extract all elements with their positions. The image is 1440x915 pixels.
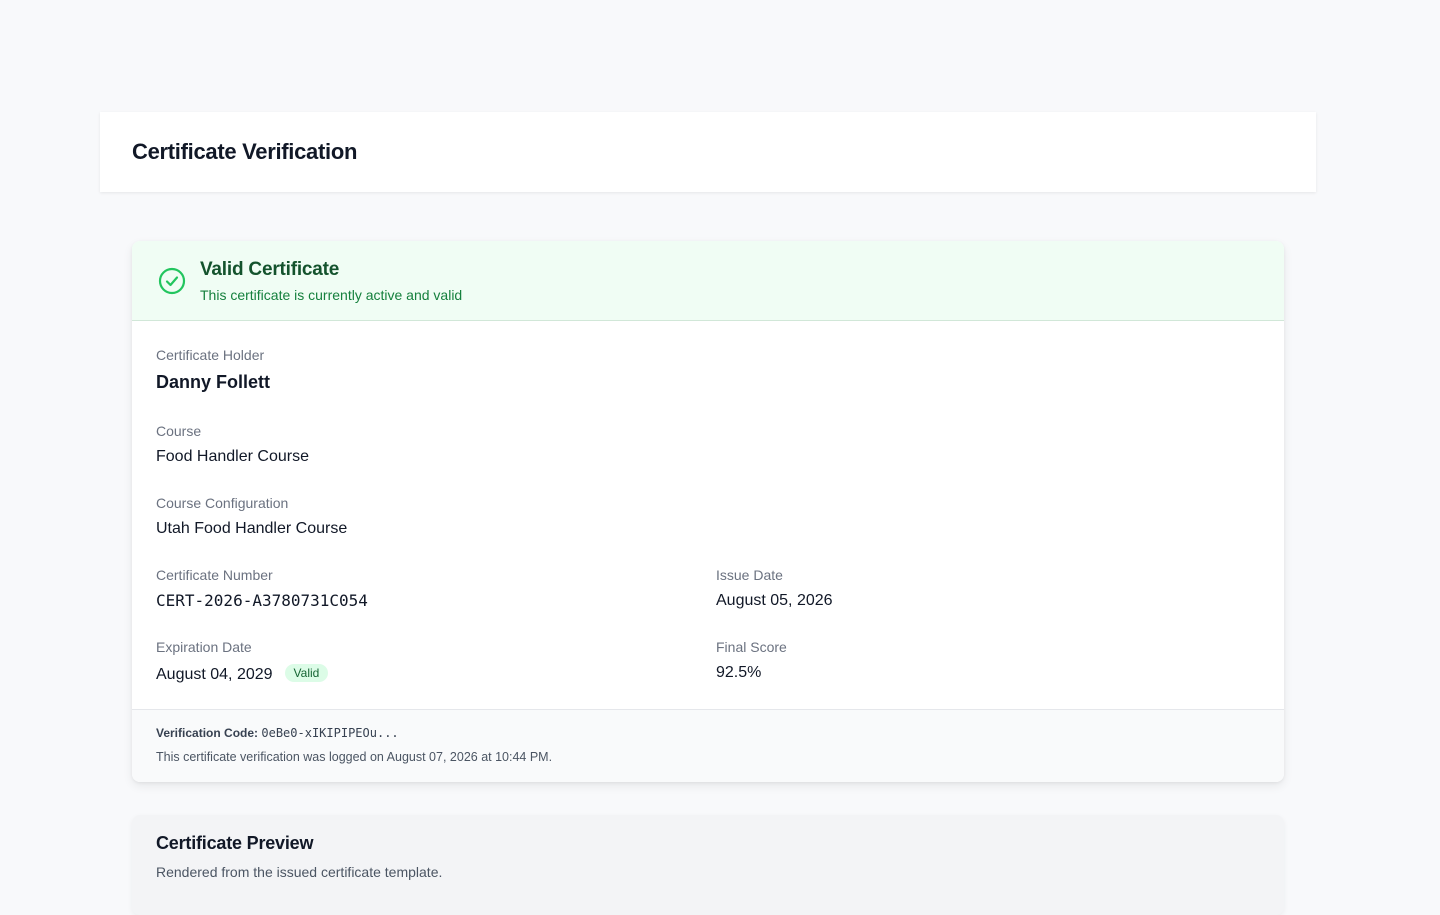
issue-date-value: August 05, 2026: [716, 592, 833, 609]
status-badge: Valid: [284, 664, 329, 682]
course-value: Food Handler Course: [156, 448, 309, 465]
course-label: Course: [156, 423, 202, 439]
verification-log-text: This certificate verification was logged…: [156, 750, 553, 764]
certificate-card: Valid Certificate This certificate is cu…: [132, 241, 1284, 782]
holder-name: Danny Follett: [156, 372, 271, 392]
status-title: Valid Certificate: [200, 259, 340, 280]
verification-code-value: 0eBe0-xIKIPIPEOu...: [261, 726, 399, 740]
preview-subtitle: Rendered from the issued certificate tem…: [156, 864, 443, 880]
certificate-number-value: CERT-2026-A3780731C054: [156, 591, 368, 610]
check-circle-icon: [158, 267, 186, 295]
final-score-label: Final Score: [716, 639, 787, 655]
holder-label: Certificate Holder: [156, 347, 265, 363]
certificate-preview-card: Certificate Preview Rendered from the is…: [132, 815, 1284, 915]
configuration-value: Utah Food Handler Course: [156, 520, 348, 537]
verification-footer: Verification Code: 0eBe0-xIKIPIPEOu... T…: [132, 709, 1284, 782]
certificate-details: Certificate Holder Danny Follett Course …: [132, 321, 1284, 709]
preview-title: Certificate Preview: [156, 833, 314, 853]
expiration-date-label: Expiration Date: [156, 639, 252, 655]
status-subtitle: This certificate is currently active and…: [200, 287, 463, 303]
verification-code-label: Verification Code:: [156, 726, 259, 740]
expiration-date-value: August 04, 2029: [156, 666, 273, 683]
expiration-date-row: August 04, 2029 Valid: [156, 664, 329, 684]
status-banner: Valid Certificate This certificate is cu…: [132, 241, 1284, 321]
final-score-value: 92.5%: [716, 664, 762, 681]
certificate-number-label: Certificate Number: [156, 567, 273, 583]
configuration-label: Course Configuration: [156, 495, 289, 511]
issue-date-label: Issue Date: [716, 567, 783, 583]
verification-code-row: Verification Code: 0eBe0-xIKIPIPEOu...: [156, 726, 399, 740]
page-header: Certificate Verification: [100, 112, 1316, 192]
page-title: Certificate Verification: [132, 139, 358, 164]
